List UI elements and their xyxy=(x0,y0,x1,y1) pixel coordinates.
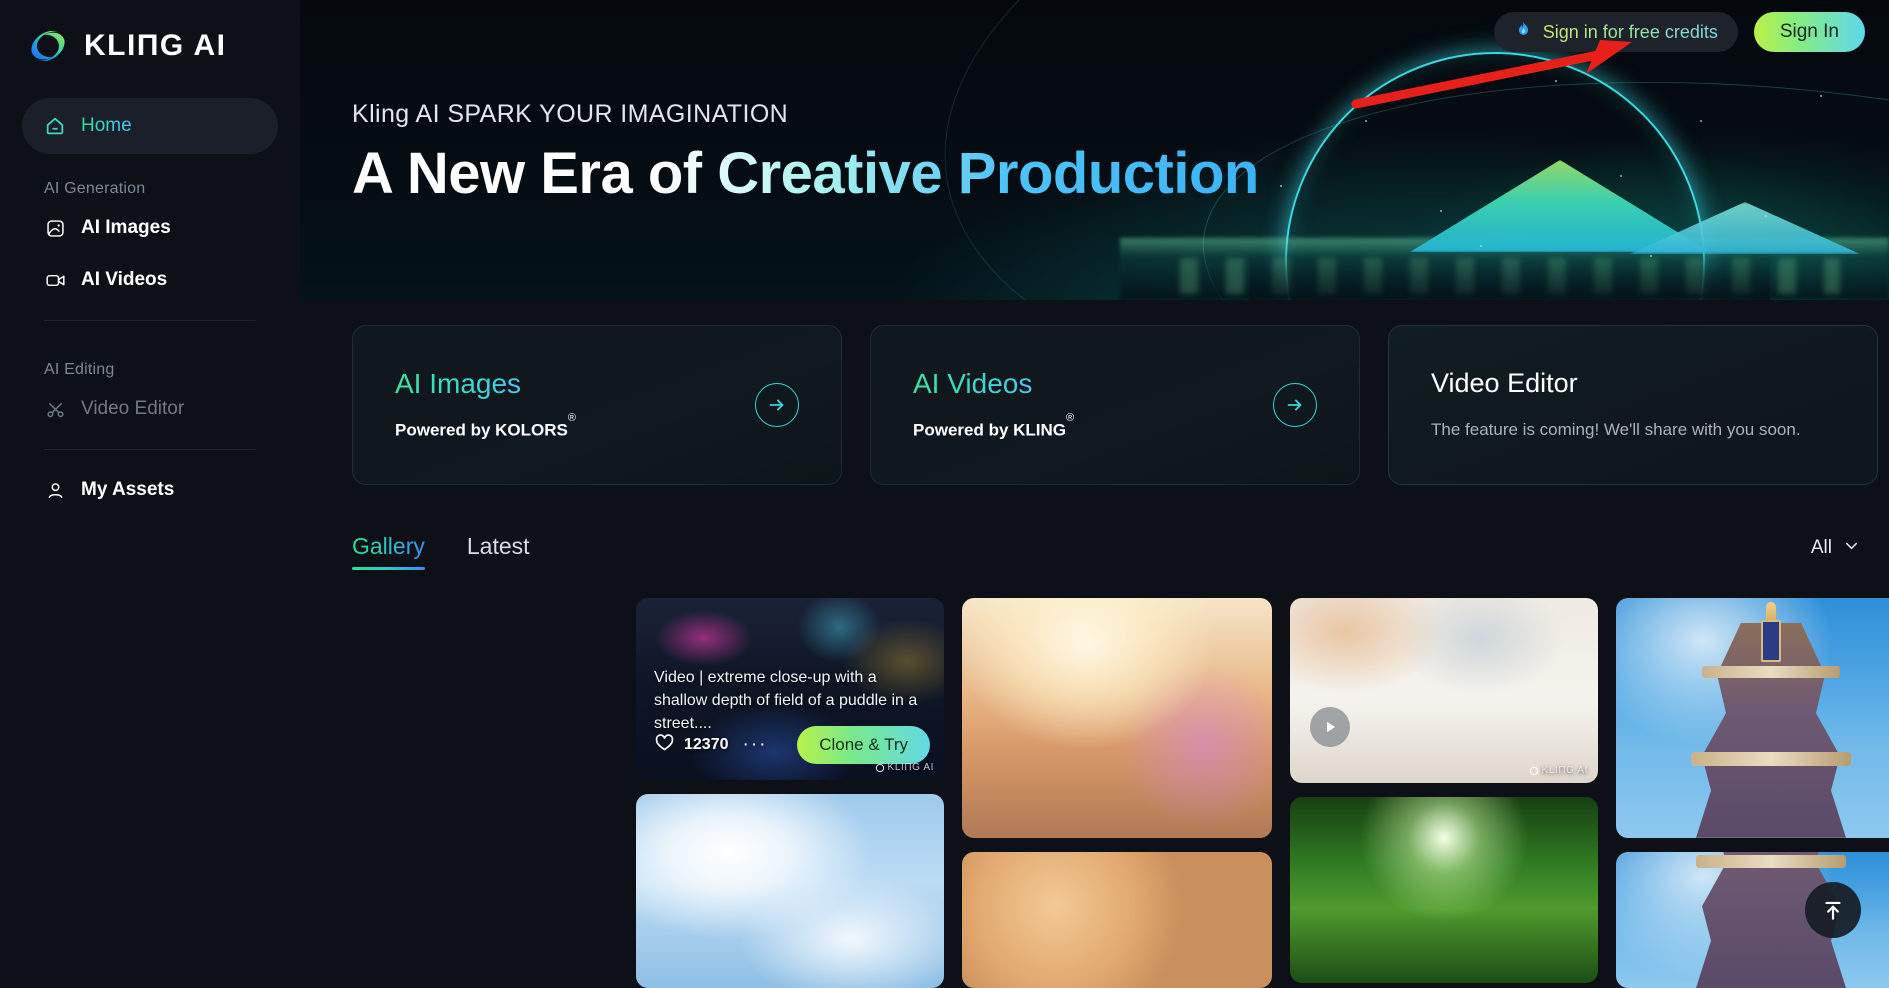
card-ai-images[interactable]: AI Images Powered by KOLORS® xyxy=(352,325,842,485)
sidebar-item-video-editor[interactable]: Video Editor xyxy=(22,383,278,435)
home-icon xyxy=(44,115,66,137)
card-ai-videos-subtitle: Powered by KLING® xyxy=(913,412,1074,441)
card-ai-videos-title: AI Videos xyxy=(913,368,1033,399)
gallery-card-city-video[interactable]: Video | extreme close-up with a shallow … xyxy=(636,598,944,781)
gallery-grid: Video | extreme close-up with a shallow … xyxy=(636,598,1889,988)
gallery-header: Gallery Latest All xyxy=(352,533,1861,570)
sidebar-divider-2 xyxy=(44,449,256,450)
sidebar: KLIПG AI Home AI Generation AI Images AI… xyxy=(0,0,300,988)
sidebar-section-ai-generation-title: AI Generation xyxy=(44,180,146,197)
page-title: A New Era of Creative Production xyxy=(352,141,1259,206)
kling-swirl-logo-icon xyxy=(26,24,70,68)
gallery-column-1: Video | extreme close-up with a shallow … xyxy=(636,598,944,988)
card-ai-images-subtitle-text: Powered by KOLORS xyxy=(395,420,568,440)
clone-and-try-button[interactable]: Clone & Try xyxy=(797,726,930,765)
kling-watermark-text: KLIПG AI xyxy=(887,762,934,774)
sidebar-item-ai-videos-label: AI Videos xyxy=(81,269,168,290)
sidebar-item-home[interactable]: Home xyxy=(22,98,278,154)
registered-mark: ® xyxy=(567,412,576,425)
card-video-editor-title: Video Editor xyxy=(1431,368,1578,398)
user-icon xyxy=(44,479,66,501)
sign-in-button[interactable]: Sign In xyxy=(1753,12,1865,52)
gallery-tabs: Gallery Latest xyxy=(352,533,530,570)
play-icon[interactable] xyxy=(1310,707,1350,747)
like-button[interactable]: 12370 xyxy=(654,732,729,758)
scissors-icon xyxy=(44,398,66,420)
sidebar-divider-1 xyxy=(44,320,256,321)
kling-watermark-text-2: KLIПG AI xyxy=(1541,765,1588,776)
header-actions: Sign in for free credits Sign In xyxy=(1493,12,1865,52)
sidebar-item-video-editor-label: Video Editor xyxy=(81,398,185,419)
card-ai-images-title: AI Images xyxy=(395,368,522,399)
arrow-right-icon-2[interactable] xyxy=(1273,383,1317,427)
card-video-editor-subtitle: The feature is coming! We'll share with … xyxy=(1431,420,1801,439)
gallery-column-2 xyxy=(962,598,1272,988)
tab-gallery[interactable]: Gallery xyxy=(352,533,425,570)
gallery-card-jungle[interactable] xyxy=(1290,797,1598,983)
kling-watermark: KLIПG AI xyxy=(875,762,934,773)
heart-icon xyxy=(654,732,675,758)
ellipsis-icon[interactable]: ··· xyxy=(743,734,768,756)
temple-band-3 xyxy=(1696,855,1846,868)
kling-watermark-2: KLIПG AI xyxy=(1529,765,1588,776)
gallery-column-3: KLIПG AI xyxy=(1290,598,1598,988)
scroll-to-top-button[interactable] xyxy=(1805,882,1861,938)
temple-band-2 xyxy=(1691,751,1851,766)
sidebar-item-my-assets-label: My Assets xyxy=(81,479,175,500)
temple-panel xyxy=(1761,619,1781,662)
card-video-editor[interactable]: Video Editor The feature is coming! We'l… xyxy=(1388,325,1878,485)
sidebar-nav: Home AI Generation AI Images AI Videos A… xyxy=(0,70,300,516)
card-ai-videos-subtitle-text: Powered by KLING xyxy=(913,420,1067,440)
gallery-card-sink-video[interactable]: KLIПG AI xyxy=(1290,598,1598,783)
hero-content: Kling AI SPARK YOUR IMAGINATION A New Er… xyxy=(300,0,1259,206)
sidebar-item-ai-images[interactable]: AI Images xyxy=(22,202,278,254)
registered-mark-2: ® xyxy=(1066,412,1075,425)
free-credits-button[interactable]: Sign in for free credits xyxy=(1493,12,1738,52)
image-icon xyxy=(44,217,66,239)
arrow-right-icon[interactable] xyxy=(755,383,799,427)
card-ai-images-subtitle: Powered by KOLORS® xyxy=(395,412,576,441)
sidebar-item-my-assets[interactable]: My Assets xyxy=(22,464,278,516)
gallery-card-actions: 12370 ··· Clone & Try xyxy=(654,726,930,765)
gallery-filter-label: All xyxy=(1810,537,1832,558)
hero-kicker: Kling AI SPARK YOUR IMAGINATION xyxy=(352,100,789,128)
gallery-card-caption: Video | extreme close-up with a shallow … xyxy=(654,669,918,733)
brand-logo-group[interactable]: KLIПG AI xyxy=(0,0,300,70)
gallery-card-cat[interactable] xyxy=(962,598,1272,838)
chevron-down-icon xyxy=(1842,536,1861,560)
card-ai-videos[interactable]: AI Videos Powered by KLING® xyxy=(870,325,1360,485)
tab-latest[interactable]: Latest xyxy=(467,533,530,570)
temple-band-1 xyxy=(1702,665,1840,678)
gallery-card-cat-2[interactable] xyxy=(962,851,1272,988)
gallery-card-temple[interactable] xyxy=(1616,598,1889,838)
like-count: 12370 xyxy=(684,736,729,754)
sidebar-item-ai-images-label: AI Images xyxy=(81,217,171,238)
sidebar-section-ai-editing-title: AI Editing xyxy=(44,361,115,378)
sidebar-item-ai-videos[interactable]: AI Videos xyxy=(22,254,278,306)
flame-icon xyxy=(1514,20,1533,44)
sidebar-item-home-label: Home xyxy=(81,115,132,136)
gallery-card-sky[interactable] xyxy=(636,794,944,988)
free-credits-label: Sign in for free credits xyxy=(1542,21,1718,42)
kling-ai-app: KLIПG AI Home AI Generation AI Images AI… xyxy=(0,0,1889,988)
brand-name: KLIПG AI xyxy=(84,29,227,62)
feature-cards: AI Images Powered by KOLORS® AI Videos P… xyxy=(352,325,1878,485)
video-camera-icon xyxy=(44,269,66,291)
main-content: Kling AI SPARK YOUR IMAGINATION A New Er… xyxy=(300,0,1889,988)
gallery-filter-dropdown[interactable]: All xyxy=(1811,536,1861,570)
